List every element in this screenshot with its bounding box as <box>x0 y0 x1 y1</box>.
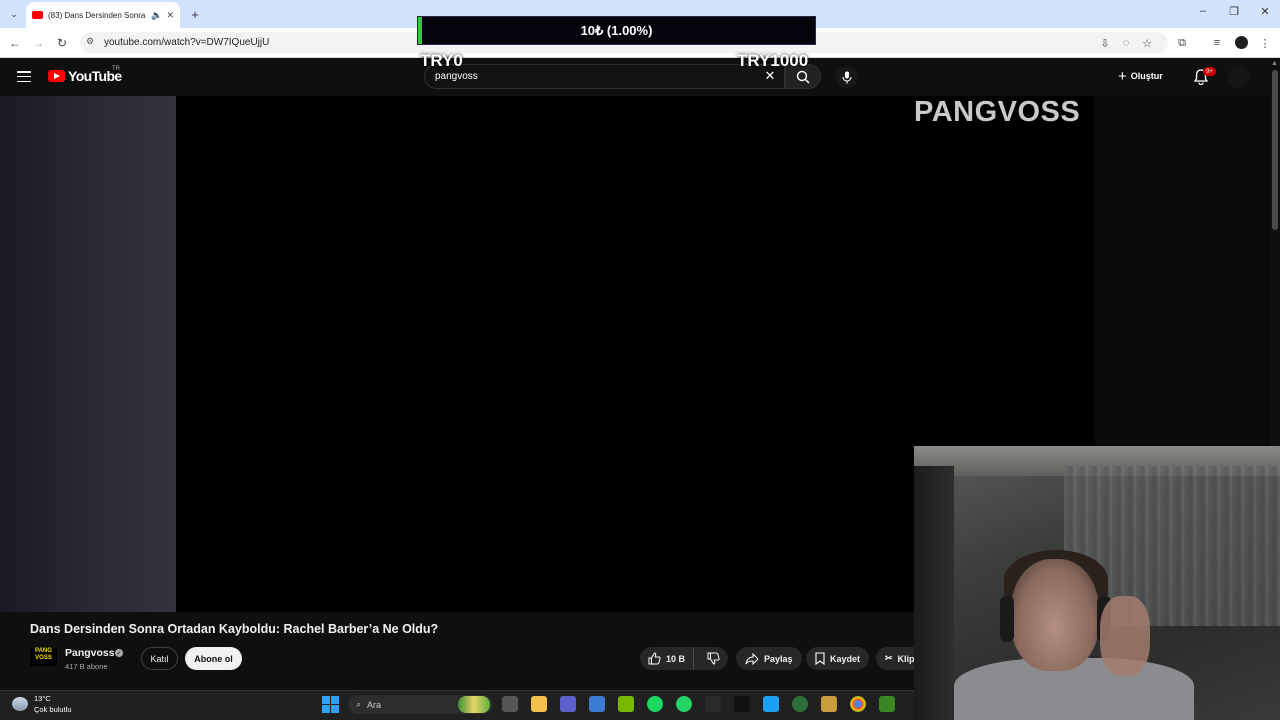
create-button[interactable]: + Oluştur <box>1118 66 1176 86</box>
epic-games-icon[interactable] <box>705 696 721 712</box>
share-arrow-icon <box>745 652 759 665</box>
tab-search-chevron-icon[interactable]: ⌄ <box>6 6 22 22</box>
forward-arrow-icon[interactable]: → <box>29 34 47 52</box>
search-input[interactable]: pangvoss <box>424 64 785 89</box>
spotify-icon[interactable] <box>647 696 663 712</box>
share-label: Paylaş <box>764 653 793 664</box>
youtube-logo-play-icon <box>54 73 60 79</box>
profile-avatar[interactable] <box>1235 36 1248 49</box>
window-close-icon[interactable]: ✕ <box>1255 5 1275 18</box>
clip-label: Klip <box>897 653 914 664</box>
search-icon <box>796 70 810 84</box>
whatsapp-icon[interactable] <box>676 696 692 712</box>
url-text: youtube.com/watch?v=DW7IQueUjjU <box>104 37 270 48</box>
donation-goal-max: TRY1000 <box>737 51 809 70</box>
minecraft-icon[interactable] <box>879 696 895 712</box>
task-view-icon[interactable] <box>502 696 518 712</box>
channel-avatar[interactable]: PANG VOSS <box>30 648 57 666</box>
share-button[interactable]: Paylaş <box>736 647 802 670</box>
eye-off-icon[interactable]: ◌ <box>1118 35 1134 51</box>
webcam-headset-left <box>1000 596 1014 642</box>
donation-goal-text: 10₺ (1.00%) <box>580 22 653 38</box>
webcam-overlay <box>914 446 1280 720</box>
like-dislike-group: 10 B <box>640 647 728 670</box>
voice-search-button[interactable] <box>836 66 858 88</box>
verified-check-icon: ✓ <box>115 649 123 657</box>
youtube-favicon-icon <box>32 11 43 19</box>
chrome-menu-icon[interactable]: ⋮ <box>1257 35 1273 51</box>
site-info-icon[interactable]: ⚙ <box>86 36 98 48</box>
new-tab-button[interactable]: + <box>186 5 204 23</box>
menu-icon[interactable] <box>17 71 31 82</box>
x-twitter-icon[interactable] <box>734 696 750 712</box>
like-count: 10 B <box>666 653 686 664</box>
league-icon[interactable] <box>821 696 837 712</box>
video-title: Dans Dersinden Sonra Ortadan Kayboldu: R… <box>30 622 439 636</box>
minimize-icon[interactable]: – <box>1193 5 1213 17</box>
twitter-bird-icon[interactable] <box>763 696 779 712</box>
chrome-taskbar-icon[interactable] <box>850 696 866 712</box>
cloud-weather-icon[interactable] <box>12 697 28 711</box>
weather-temperature[interactable]: 13°C <box>34 694 51 703</box>
reload-icon[interactable]: ↻ <box>53 34 71 52</box>
taskbar-search-icon: ⌕ <box>356 699 362 709</box>
webcam-door <box>914 466 954 720</box>
search-highlight-icon[interactable] <box>458 696 490 713</box>
taskbar-search-placeholder: Ara <box>367 699 382 710</box>
notification-badge: 9+ <box>1203 67 1216 76</box>
thumbs-up-icon <box>648 652 661 665</box>
teams-icon[interactable] <box>560 696 576 712</box>
webcam-person-hand <box>1100 596 1150 676</box>
bookmark-star-icon[interactable]: ☆ <box>1139 35 1155 51</box>
scissors-icon: ✂ <box>885 653 893 663</box>
dislike-button[interactable] <box>699 647 728 670</box>
back-arrow-icon[interactable]: ← <box>6 34 24 52</box>
save-label: Kaydet <box>830 653 861 664</box>
restore-icon[interactable]: ❐ <box>1224 5 1244 18</box>
subscribe-button[interactable]: Abone ol <box>185 647 242 670</box>
clip-button[interactable]: ✂ Klip <box>876 647 914 670</box>
channel-name[interactable]: Pangvoss <box>65 647 115 659</box>
media-control-icon[interactable]: ≡ <box>1209 35 1225 51</box>
scrollbar-thumb[interactable] <box>1272 70 1278 230</box>
webcam-person-face <box>1011 559 1099 671</box>
scroll-up-arrow-icon[interactable]: ▲ <box>1271 60 1278 67</box>
file-explorer-icon[interactable] <box>531 696 547 712</box>
ambient-backdrop <box>0 96 176 612</box>
windows-start-icon[interactable] <box>322 696 339 713</box>
browser-tab[interactable]: (83) Dans Dersinden Sonra 🔈 ✕ <box>26 2 180 28</box>
country-code: TR <box>112 66 120 72</box>
join-button[interactable]: Katıl <box>141 647 178 670</box>
microphone-icon <box>842 71 852 83</box>
like-button[interactable]: 10 B <box>640 647 694 670</box>
tab-title: (83) Dans Dersinden Sonra <box>48 10 146 20</box>
bookmark-icon <box>815 652 825 665</box>
save-button[interactable]: Kaydet <box>806 647 870 670</box>
account-avatar[interactable] <box>1228 66 1250 88</box>
ambient-backdrop-right <box>1094 96 1270 446</box>
store-icon[interactable] <box>589 696 605 712</box>
search-input-value: pangvoss <box>435 71 478 82</box>
weather-description[interactable]: Çok bulutlu <box>34 705 72 714</box>
create-label: Oluştur <box>1130 71 1163 81</box>
tab-close-icon[interactable]: ✕ <box>166 10 174 21</box>
thumbs-down-icon <box>707 652 720 665</box>
extensions-icon[interactable]: ⧉ <box>1174 35 1190 51</box>
subscriber-count: 417 B abone <box>65 662 108 671</box>
channel-watermark: PANGVOSS <box>914 96 1081 128</box>
install-app-icon[interactable]: ⇩ <box>1097 35 1113 51</box>
shield-app-icon[interactable] <box>792 696 808 712</box>
plus-icon: + <box>1118 67 1127 85</box>
speaker-icon[interactable]: 🔈 <box>151 10 162 21</box>
donation-goal-min: TRY0 <box>420 51 463 70</box>
nvidia-icon[interactable] <box>618 696 634 712</box>
